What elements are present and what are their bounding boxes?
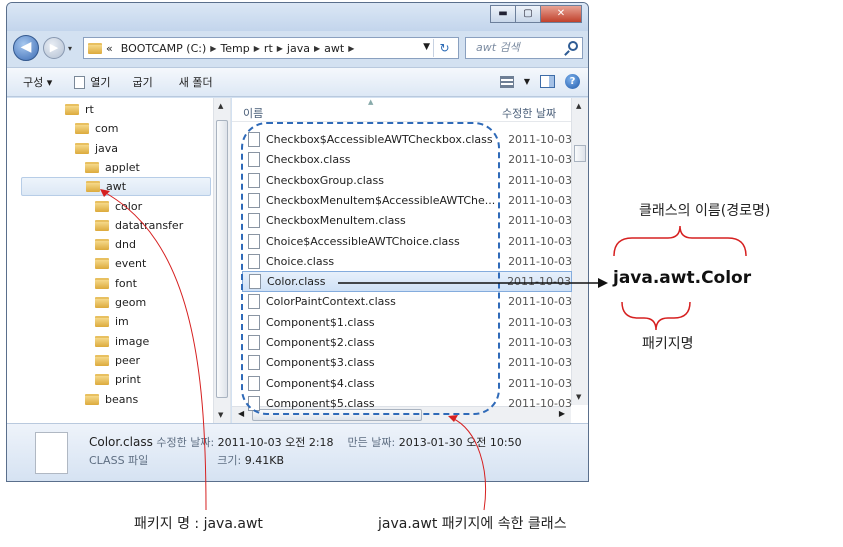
class-name-caption: 클래스의 이름(경로명) bbox=[639, 203, 771, 219]
brace-bottom bbox=[621, 301, 691, 331]
classes-callout-line bbox=[451, 417, 487, 511]
package-name-caption: 패키지명 bbox=[642, 336, 694, 352]
brace-top bbox=[613, 225, 747, 257]
arrow-head-icon bbox=[100, 189, 110, 197]
arrow-head-icon bbox=[598, 278, 608, 288]
classes-bottom-caption: java.awt 패키지에 속한 클래스 bbox=[378, 516, 567, 532]
package-bottom-caption: 패키지 명 : java.awt bbox=[134, 516, 263, 532]
package-callout-line bbox=[103, 191, 207, 511]
full-class-name: java.awt.Color bbox=[613, 268, 752, 288]
